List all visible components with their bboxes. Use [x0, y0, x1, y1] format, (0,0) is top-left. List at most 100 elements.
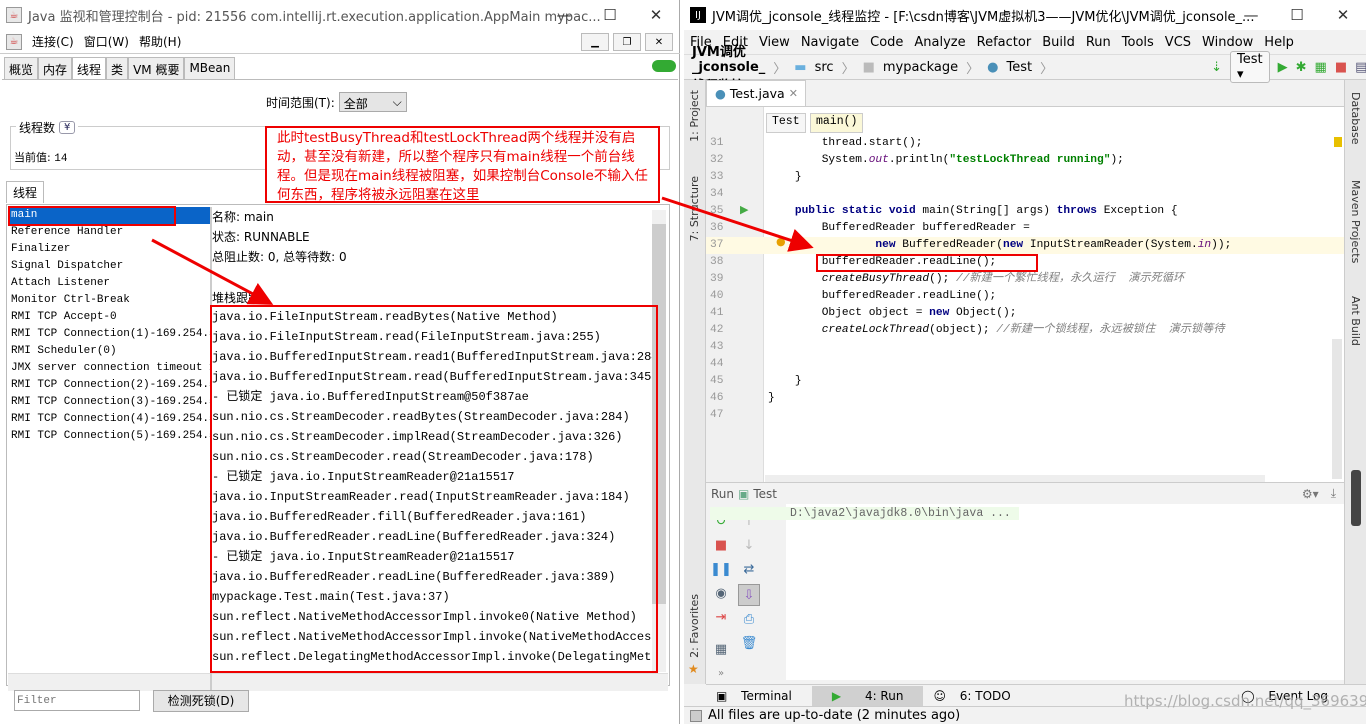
- menu-help[interactable]: 帮助(H): [139, 33, 181, 50]
- tab-vm-summary[interactable]: VM 概要: [128, 57, 185, 79]
- stop-icon[interactable]: ■: [712, 536, 730, 554]
- lightbulb-icon[interactable]: ●: [776, 235, 786, 248]
- stop-icon[interactable]: ■: [1335, 60, 1347, 75]
- breadcrumb-method[interactable]: main(): [810, 113, 864, 133]
- breadcrumb-class[interactable]: Test: [766, 113, 806, 133]
- editor-tab-test[interactable]: ● Test.java ✕: [706, 80, 806, 106]
- thread-item[interactable]: RMI TCP Connection(3)-169.254.51.: [8, 394, 210, 411]
- thread-item[interactable]: JMX server connection timeout 16: [8, 360, 210, 377]
- thread-item[interactable]: Reference Handler: [8, 224, 210, 241]
- run-icon[interactable]: ▶: [1278, 60, 1288, 75]
- console-output[interactable]: D:\java2\javajdk8.0\bin\java ...: [710, 504, 1344, 680]
- coverage-icon[interactable]: ▦: [1315, 60, 1327, 75]
- tab-todo[interactable]: ☺ 6: TODO: [923, 686, 1030, 706]
- tool-database[interactable]: Database: [1349, 92, 1362, 145]
- thread-item[interactable]: RMI TCP Connection(2)-169.254.51.: [8, 377, 210, 394]
- menu-window[interactable]: Window: [1202, 35, 1253, 50]
- menu-tools[interactable]: Tools: [1122, 35, 1154, 50]
- more-icon[interactable]: »: [712, 664, 730, 682]
- tab-run-label: 4: Run: [864, 688, 904, 703]
- menu-vcs[interactable]: VCS: [1165, 35, 1191, 50]
- menu-connect[interactable]: 连接(C): [32, 33, 74, 50]
- menu-window[interactable]: 窗口(W): [84, 33, 129, 50]
- thread-name: 名称: main: [212, 210, 274, 224]
- thread-item[interactable]: RMI TCP Connection(1)-169.254.51.: [8, 326, 210, 343]
- close-tab-icon[interactable]: ✕: [789, 87, 798, 100]
- collapse-icon[interactable]: ¥: [59, 121, 76, 134]
- mdi-restore-button[interactable]: ❐: [613, 33, 641, 51]
- hide-icon[interactable]: ⤓: [1331, 486, 1336, 501]
- star-icon: ★: [688, 662, 699, 676]
- debug-icon[interactable]: ✱: [1296, 60, 1307, 75]
- run-tab[interactable]: Test: [753, 487, 777, 501]
- tab-mbean[interactable]: MBean: [184, 57, 236, 79]
- soft-wrap-icon[interactable]: ⇄: [740, 560, 758, 578]
- down-icon[interactable]: ↓: [740, 536, 758, 554]
- thread-item[interactable]: Attach Listener: [8, 275, 210, 292]
- thread-counts: 总阻止数: 0, 总等待数: 0: [212, 250, 347, 264]
- project-structure-icon[interactable]: ▤: [1355, 60, 1366, 75]
- gear-icon[interactable]: ⚙▾: [1302, 487, 1319, 501]
- tab-overview[interactable]: 概览: [4, 57, 39, 79]
- menu-run[interactable]: Run: [1086, 35, 1111, 50]
- tab-classes[interactable]: 类: [106, 57, 129, 79]
- nav-package[interactable]: mypackage: [883, 60, 958, 75]
- pause-icon[interactable]: ❚❚: [710, 560, 732, 578]
- maximize-button[interactable]: ☐: [587, 0, 633, 30]
- thread-item[interactable]: RMI Scheduler(0): [8, 343, 210, 360]
- filter-input[interactable]: [14, 690, 140, 711]
- time-range-select[interactable]: 全部 ⌵: [338, 92, 407, 112]
- exit-icon[interactable]: ⇥: [712, 608, 730, 626]
- minimize-button[interactable]: —: [541, 0, 587, 30]
- tool-favorites[interactable]: 2: Favorites: [688, 594, 701, 658]
- thread-item[interactable]: Finalizer: [8, 241, 210, 258]
- tool-structure[interactable]: 7: Structure: [688, 176, 701, 241]
- line-number: 38: [710, 256, 724, 268]
- menu-help[interactable]: Help: [1264, 35, 1294, 50]
- run-gutter-icon[interactable]: ▶: [740, 203, 748, 216]
- layout-icon[interactable]: ▦: [712, 640, 730, 658]
- tool-ant[interactable]: Ant Build: [1349, 296, 1362, 346]
- tab-memory[interactable]: 内存: [38, 57, 73, 79]
- run-config-select[interactable]: Test ▾: [1230, 51, 1270, 83]
- menu-analyze[interactable]: Analyze: [914, 35, 965, 50]
- watermark: https://blog.csdn.net/qq_36963950: [1124, 692, 1366, 710]
- dump-threads-icon[interactable]: ◉: [712, 584, 730, 602]
- maximize-button[interactable]: ☐: [1274, 0, 1320, 30]
- menu-build[interactable]: Build: [1042, 35, 1075, 50]
- thread-item[interactable]: Signal Dispatcher: [8, 258, 210, 275]
- tab-thread-list[interactable]: 线程: [6, 181, 45, 203]
- build-icon[interactable]: ⇣: [1211, 60, 1222, 75]
- thread-list-scrollbar[interactable]: [8, 673, 210, 691]
- main-highlight-box: [8, 206, 176, 226]
- nav-class[interactable]: Test: [1007, 60, 1033, 75]
- thread-item[interactable]: RMI TCP Connection(4)-169.254.51.: [8, 411, 210, 428]
- detect-deadlock-button[interactable]: 检测死锁(D): [153, 690, 249, 712]
- minimize-button[interactable]: —: [1228, 0, 1274, 30]
- close-button[interactable]: ✕: [633, 0, 679, 30]
- tab-terminal[interactable]: ▣ Terminal: [706, 686, 812, 706]
- tab-run[interactable]: ▶ 4: Run: [811, 685, 924, 706]
- menu-code[interactable]: Code: [870, 35, 903, 50]
- nav-src[interactable]: src: [815, 60, 834, 75]
- tool-maven[interactable]: Maven Projects: [1349, 180, 1362, 263]
- menu-navigate[interactable]: Navigate: [801, 35, 859, 50]
- menu-refactor[interactable]: Refactor: [977, 35, 1032, 50]
- code-editor[interactable]: 47 46} 45 } 44 43 42 createLockThread(object)…: [706, 106, 1344, 483]
- mdi-minimize-button[interactable]: ▁: [581, 33, 609, 51]
- mdi-close-button[interactable]: ✕: [645, 33, 673, 51]
- tool-project[interactable]: 1: Project: [688, 90, 701, 142]
- tab-threads[interactable]: 线程: [72, 57, 107, 79]
- code-token: .println(: [888, 154, 950, 166]
- close-button[interactable]: ✕: [1320, 0, 1366, 30]
- thread-item[interactable]: RMI TCP Connection(5)-169.254.51.: [8, 428, 210, 445]
- thread-item[interactable]: RMI TCP Accept-0: [8, 309, 210, 326]
- editor-vscrollbar[interactable]: [1332, 339, 1342, 479]
- thread-item[interactable]: Monitor Ctrl-Break: [8, 292, 210, 309]
- stack-hscrollbar[interactable]: [212, 673, 668, 691]
- code-line: 45 }: [706, 373, 1344, 390]
- trash-icon[interactable]: 🗑: [740, 634, 758, 652]
- scroll-to-end-icon[interactable]: ⇩: [738, 584, 760, 606]
- print-icon[interactable]: ⎙: [740, 610, 758, 628]
- current-value: 当前值: 14: [14, 149, 67, 165]
